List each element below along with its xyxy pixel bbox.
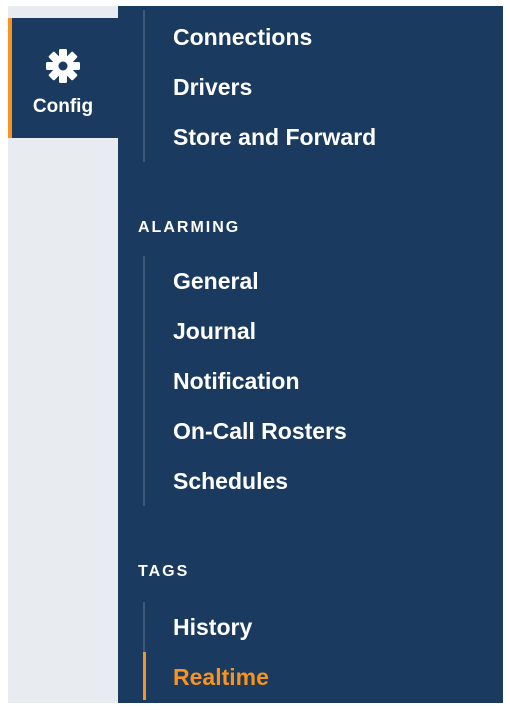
group-divider <box>143 602 145 652</box>
active-indicator <box>143 652 146 700</box>
app-frame: Config Connections Drivers Store and For… <box>8 6 503 703</box>
menu-item-notification[interactable]: Notification <box>173 366 300 396</box>
menu-item-history[interactable]: History <box>173 612 252 642</box>
menu-item-general[interactable]: General <box>173 266 259 296</box>
config-menu-panel: Connections Drivers Store and Forward AL… <box>118 6 503 703</box>
section-header-tags: TAGS <box>138 563 190 580</box>
gear-icon <box>46 49 80 83</box>
rail-item-label: Config <box>32 96 94 117</box>
rail-item-config[interactable]: Config <box>8 18 118 138</box>
group-divider <box>143 10 145 162</box>
menu-item-store-and-forward[interactable]: Store and Forward <box>173 122 376 152</box>
section-header-alarming: ALARMING <box>138 219 241 236</box>
menu-item-schedules[interactable]: Schedules <box>173 466 288 496</box>
menu-item-drivers[interactable]: Drivers <box>173 72 252 102</box>
group-divider <box>143 256 145 506</box>
icon-rail: Config <box>8 6 118 703</box>
menu-item-realtime[interactable]: Realtime <box>173 662 269 692</box>
menu-item-on-call-rosters[interactable]: On-Call Rosters <box>173 416 347 446</box>
menu-item-journal[interactable]: Journal <box>173 316 256 346</box>
menu-item-connections[interactable]: Connections <box>173 22 312 52</box>
